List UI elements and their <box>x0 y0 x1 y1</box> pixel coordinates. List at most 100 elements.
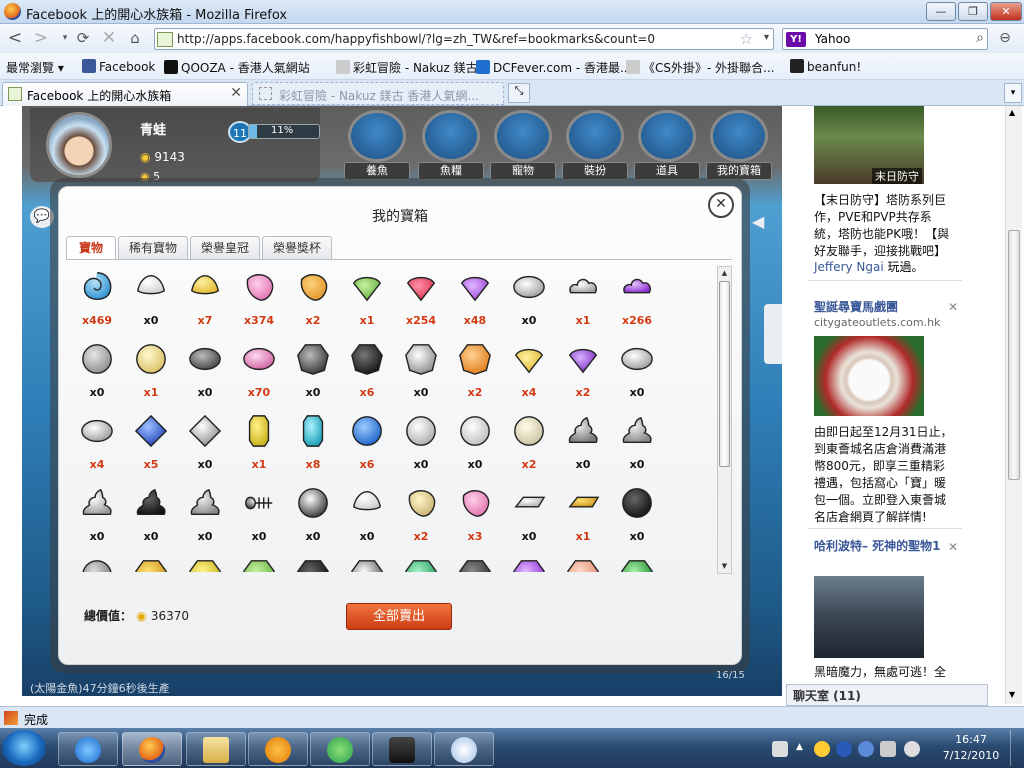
addon-menu-icon[interactable]: ⊖ <box>994 27 1016 49</box>
treasure-item[interactable]: x6 <box>340 408 394 480</box>
bookmark-1[interactable]: Facebook <box>82 59 155 74</box>
treasure-item[interactable]: x2 <box>286 264 340 336</box>
treasure-item[interactable]: x0 <box>340 480 394 552</box>
treasure-item[interactable]: x0 <box>70 480 124 552</box>
treasure-item[interactable]: x2 <box>448 336 502 408</box>
pets-button[interactable]: 寵物 <box>490 110 556 182</box>
minimize-button[interactable]: — <box>926 2 956 21</box>
close-ad-icon[interactable]: ✕ <box>948 540 958 554</box>
treasure-item[interactable]: x0 <box>502 264 556 336</box>
keyboard-icon[interactable] <box>772 741 788 757</box>
taskbar-app-orange[interactable] <box>248 732 308 766</box>
bookmark-3[interactable]: 彩虹冒險 - Nakuz 鎂古... <box>336 59 489 76</box>
tab-rare-treasure[interactable]: 稀有寶物 <box>118 236 188 260</box>
treasure-item[interactable]: x0 <box>502 480 556 552</box>
treasure-item[interactable]: x0 <box>178 408 232 480</box>
treasure-item[interactable]: x0 <box>124 480 178 552</box>
chat-bar[interactable]: 聊天室 (11) <box>786 684 988 706</box>
scroll-up-icon[interactable]: ▲ <box>1009 108 1015 117</box>
taskbar-firefox[interactable] <box>122 732 182 766</box>
treasure-item[interactable]: x0 <box>610 480 664 552</box>
taskbar-paint[interactable] <box>434 732 494 766</box>
tab-nakuz[interactable]: 彩虹冒險 - Nakuz 鎂古 香港人氣網... <box>252 82 504 105</box>
treasure-item[interactable]: x0 <box>178 480 232 552</box>
close-ad-icon[interactable]: ✕ <box>948 300 958 314</box>
treasure-item[interactable]: x1 <box>556 264 610 336</box>
list-all-tabs-icon[interactable]: ▾ <box>1004 83 1022 103</box>
treasure-item[interactable]: x7 <box>178 264 232 336</box>
tab-happy-fishbowl[interactable]: Facebook 上的開心水族箱 ✕ <box>2 82 248 106</box>
sell-all-button[interactable]: 全部賣出 <box>346 603 452 630</box>
friends-tab[interactable] <box>764 304 782 364</box>
close-tab-icon[interactable]: ✕ <box>230 85 242 101</box>
treasure-item[interactable] <box>124 552 178 572</box>
treasure-item[interactable]: x0 <box>610 408 664 480</box>
treasure-item[interactable]: x3 <box>448 480 502 552</box>
treasure-item[interactable]: x2 <box>556 336 610 408</box>
sound-icon[interactable]: ◀ <box>752 212 764 231</box>
treasure-item[interactable]: x0 <box>448 408 502 480</box>
ad-image-christmas[interactable] <box>814 336 924 416</box>
tab-honor-trophy[interactable]: 榮譽獎杯 <box>262 236 332 260</box>
network-icon[interactable] <box>836 741 852 757</box>
bookmark-4[interactable]: DCFever.com - 香港最... <box>476 59 631 76</box>
raise-fish-button[interactable]: 養魚 <box>344 110 410 182</box>
tools-button[interactable]: 道具 <box>634 110 700 182</box>
taskbar-explorer[interactable] <box>186 732 246 766</box>
treasure-item[interactable]: x4 <box>70 408 124 480</box>
treasure-item[interactable] <box>502 552 556 572</box>
scroll-down-icon[interactable]: ▼ <box>719 561 730 572</box>
scroll-up-icon[interactable]: ▲ <box>719 268 730 279</box>
treasure-button[interactable]: 我的寶箱 <box>706 110 772 182</box>
treasure-item[interactable]: x48 <box>448 264 502 336</box>
treasure-item[interactable] <box>394 552 448 572</box>
ad-image-defense[interactable]: 末日防守 <box>814 106 924 184</box>
treasure-item[interactable]: x0 <box>286 480 340 552</box>
treasure-item[interactable]: x0 <box>610 336 664 408</box>
treasure-item[interactable] <box>232 552 286 572</box>
grid-scrollbar[interactable]: ▲ ▼ <box>717 266 732 574</box>
treasure-item[interactable]: x2 <box>394 480 448 552</box>
new-tab-button[interactable]: ⤡ <box>508 83 530 103</box>
treasure-item[interactable] <box>556 552 610 572</box>
treasure-item[interactable]: x1 <box>124 336 178 408</box>
tab-honor-crown[interactable]: 榮譽皇冠 <box>190 236 260 260</box>
treasure-item[interactable]: x2 <box>502 408 556 480</box>
ad-image-movie[interactable] <box>814 576 924 658</box>
treasure-item[interactable]: x374 <box>232 264 286 336</box>
treasure-item[interactable]: x0 <box>124 264 178 336</box>
player-avatar[interactable] <box>46 112 112 178</box>
treasure-item[interactable]: x0 <box>556 408 610 480</box>
ad-title[interactable]: 哈利波特– 死神的聖物1 <box>814 538 942 555</box>
treasure-item[interactable] <box>448 552 502 572</box>
reload-icon[interactable]: ⟳ <box>72 27 94 49</box>
liker-name[interactable]: Jeffery Ngai <box>814 260 884 274</box>
scroll-down-icon[interactable]: ▼ <box>1009 690 1015 699</box>
treasure-item[interactable]: x1 <box>556 480 610 552</box>
search-input[interactable]: Yahoo <box>815 32 850 46</box>
address-bar[interactable]: http://apps.facebook.com/happyfishbowl/?… <box>154 28 774 50</box>
taskbar-app-dark[interactable] <box>372 732 432 766</box>
ad-url[interactable]: citygateoutlets.com.hk <box>814 316 940 329</box>
back-icon[interactable]: < <box>4 27 26 49</box>
taskbar-ie[interactable] <box>58 732 118 766</box>
address-text[interactable]: http://apps.facebook.com/happyfishbowl/?… <box>177 32 655 46</box>
stop-icon[interactable]: ✕ <box>98 27 120 49</box>
system-clock[interactable]: 16:47 7/12/2010 <box>936 732 1006 764</box>
treasure-item[interactable]: x1 <box>340 264 394 336</box>
restore-button[interactable]: ❐ <box>958 2 988 21</box>
treasure-item[interactable]: x8 <box>286 408 340 480</box>
treasure-item[interactable]: x0 <box>394 336 448 408</box>
start-button[interactable] <box>2 730 46 766</box>
treasure-item[interactable] <box>70 552 124 572</box>
search-icon[interactable]: ⌕ <box>976 30 984 46</box>
bookmark-5[interactable]: 《CS外掛》- 外掛聯合... <box>626 59 775 76</box>
yahoo-icon[interactable]: Y! <box>786 32 806 47</box>
ime-icon[interactable] <box>904 741 920 757</box>
treasure-item[interactable]: x6 <box>340 336 394 408</box>
taskbar-messenger[interactable] <box>310 732 370 766</box>
show-desktop-button[interactable] <box>1010 730 1022 766</box>
close-dialog-button[interactable]: ✕ <box>708 192 734 218</box>
tab-treasure[interactable]: 寶物 <box>66 236 116 260</box>
treasure-item[interactable]: x0 <box>286 336 340 408</box>
